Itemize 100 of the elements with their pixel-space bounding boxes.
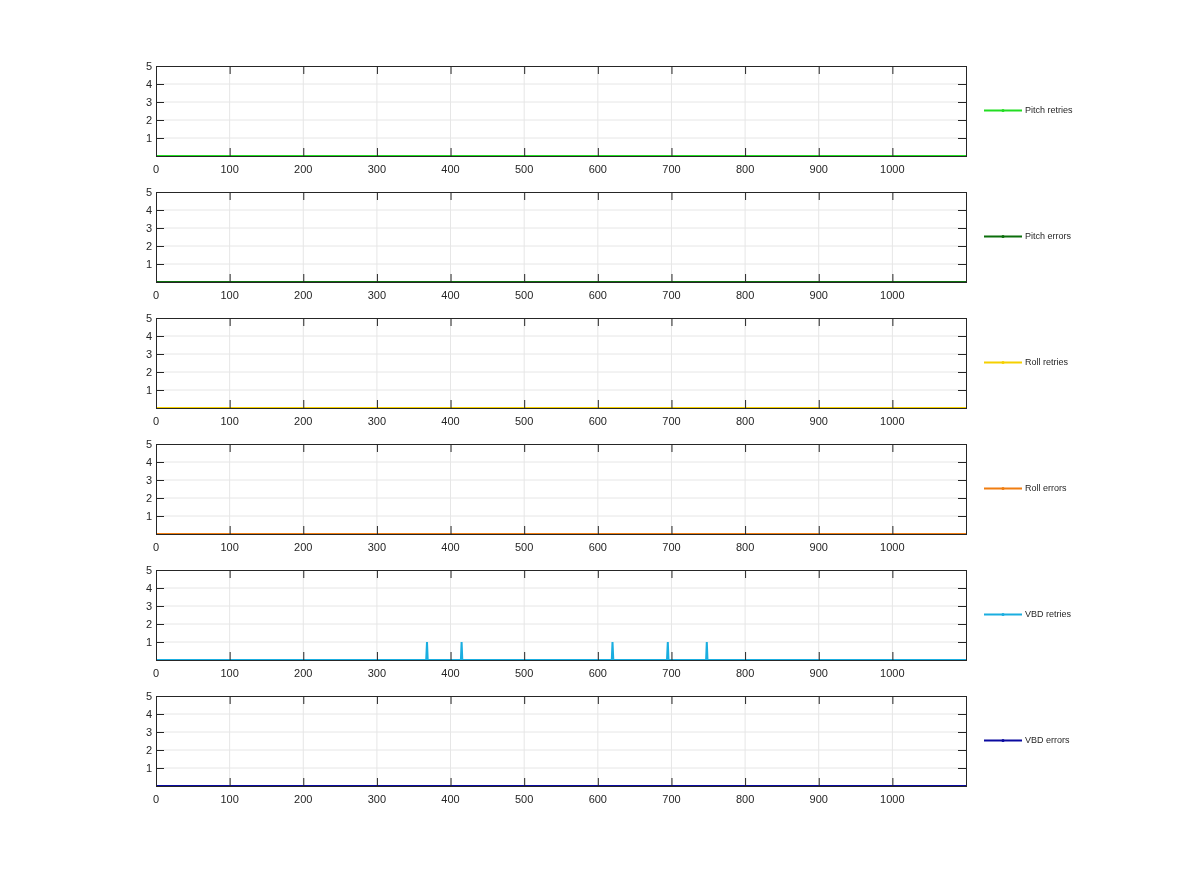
x-tick-label: 800: [735, 793, 755, 805]
x-tick-label: 100: [220, 541, 239, 553]
x-tick-label: 500: [515, 163, 534, 175]
y-tick-label: 5: [145, 438, 152, 450]
y-tick-label: 5: [145, 60, 152, 72]
x-tick-label: 600: [588, 163, 607, 175]
x-tick-label: 200: [294, 667, 313, 679]
legend-label: Roll errors: [1025, 482, 1067, 495]
x-tick-label: 400: [441, 289, 460, 301]
y-tick-label: 1: [145, 384, 152, 396]
x-tick-label: 300: [367, 289, 387, 301]
y-tick-label: 5: [145, 312, 152, 324]
x-tick-label: 900: [809, 289, 828, 301]
y-tick-label: 3: [145, 726, 152, 738]
x-tick-label: 600: [588, 793, 607, 805]
x-tick-label: 500: [515, 541, 534, 553]
x-tick-label: 400: [441, 415, 460, 427]
y-tick-label: 1: [145, 510, 152, 522]
x-tick-label: 400: [441, 163, 460, 175]
y-tick-label: 4: [145, 78, 152, 90]
y-tick-label: 3: [145, 96, 152, 108]
x-tick-label: 200: [294, 163, 313, 175]
y-tick-label: 4: [145, 330, 152, 342]
x-tick-label: 0: [152, 163, 160, 175]
legend-label: Roll retries: [1025, 356, 1068, 369]
x-tick-label: 300: [367, 541, 387, 553]
y-tick-label: 1: [145, 258, 152, 270]
x-tick-label: 500: [515, 289, 534, 301]
x-tick-label: 0: [152, 415, 160, 427]
y-tick-label: 3: [145, 222, 152, 234]
y-tick-label: 2: [145, 618, 152, 630]
x-tick-label: 700: [662, 415, 681, 427]
x-tick-label: 700: [662, 667, 681, 679]
x-tick-label: 900: [809, 415, 828, 427]
y-tick-label: 1: [145, 132, 152, 144]
x-tick-label: 300: [367, 163, 387, 175]
legend-label: VBD errors: [1025, 734, 1070, 747]
x-tick-label: 1000: [880, 541, 905, 553]
x-tick-label: 200: [294, 541, 313, 553]
x-tick-label: 0: [152, 289, 160, 301]
x-tick-label: 700: [662, 289, 681, 301]
legend-label: Pitch retries: [1025, 104, 1073, 117]
x-tick-label: 500: [515, 667, 534, 679]
y-tick-label: 1: [145, 636, 152, 648]
y-tick-label: 5: [145, 186, 152, 198]
y-tick-label: 2: [145, 240, 152, 252]
x-tick-label: 800: [735, 415, 755, 427]
x-tick-label: 800: [735, 667, 755, 679]
x-tick-label: 1000: [880, 289, 905, 301]
x-tick-label: 900: [809, 541, 828, 553]
x-tick-label: 800: [735, 163, 755, 175]
y-tick-label: 2: [145, 492, 152, 504]
x-tick-label: 700: [662, 793, 681, 805]
legend-label: Pitch errors: [1025, 230, 1071, 243]
x-tick-label: 0: [152, 541, 160, 553]
legend-label: VBD retries: [1025, 608, 1071, 621]
x-tick-label: 400: [441, 541, 460, 553]
x-tick-label: 1000: [880, 667, 905, 679]
x-tick-label: 100: [220, 289, 239, 301]
y-tick-label: 3: [145, 348, 152, 360]
x-tick-label: 200: [294, 289, 313, 301]
y-tick-label: 2: [145, 366, 152, 378]
x-tick-label: 0: [152, 793, 160, 805]
x-tick-label: 400: [441, 793, 460, 805]
y-tick-label: 5: [145, 564, 152, 576]
x-tick-label: 100: [220, 793, 239, 805]
x-tick-label: 900: [809, 163, 828, 175]
y-tick-label: 2: [145, 114, 152, 126]
x-tick-label: 100: [220, 163, 239, 175]
x-tick-label: 100: [220, 415, 239, 427]
x-tick-label: 500: [515, 415, 534, 427]
y-tick-label: 3: [145, 474, 152, 486]
x-tick-label: 1000: [880, 163, 905, 175]
y-tick-label: 4: [145, 456, 152, 468]
x-tick-label: 800: [735, 289, 755, 301]
y-tick-label: 2: [145, 744, 152, 756]
x-tick-label: 0: [152, 667, 160, 679]
y-tick-label: 5: [145, 690, 152, 702]
x-tick-label: 300: [367, 667, 387, 679]
x-tick-label: 700: [662, 541, 681, 553]
x-tick-label: 1000: [880, 415, 905, 427]
x-tick-label: 300: [367, 793, 387, 805]
x-tick-label: 200: [294, 415, 313, 427]
x-tick-label: 300: [367, 415, 387, 427]
x-tick-label: 600: [588, 541, 607, 553]
y-tick-label: 1: [145, 762, 152, 774]
x-tick-label: 100: [220, 667, 239, 679]
x-tick-label: 400: [441, 667, 460, 679]
x-tick-label: 600: [588, 289, 607, 301]
y-tick-label: 4: [145, 204, 152, 216]
x-tick-label: 900: [809, 667, 828, 679]
y-tick-label: 4: [145, 708, 152, 720]
x-tick-label: 900: [809, 793, 828, 805]
y-tick-label: 3: [145, 600, 152, 612]
x-tick-label: 200: [294, 793, 313, 805]
y-tick-label: 4: [145, 582, 152, 594]
x-tick-label: 600: [588, 415, 607, 427]
x-tick-label: 600: [588, 667, 607, 679]
x-tick-label: 800: [735, 541, 755, 553]
x-tick-label: 700: [662, 163, 681, 175]
